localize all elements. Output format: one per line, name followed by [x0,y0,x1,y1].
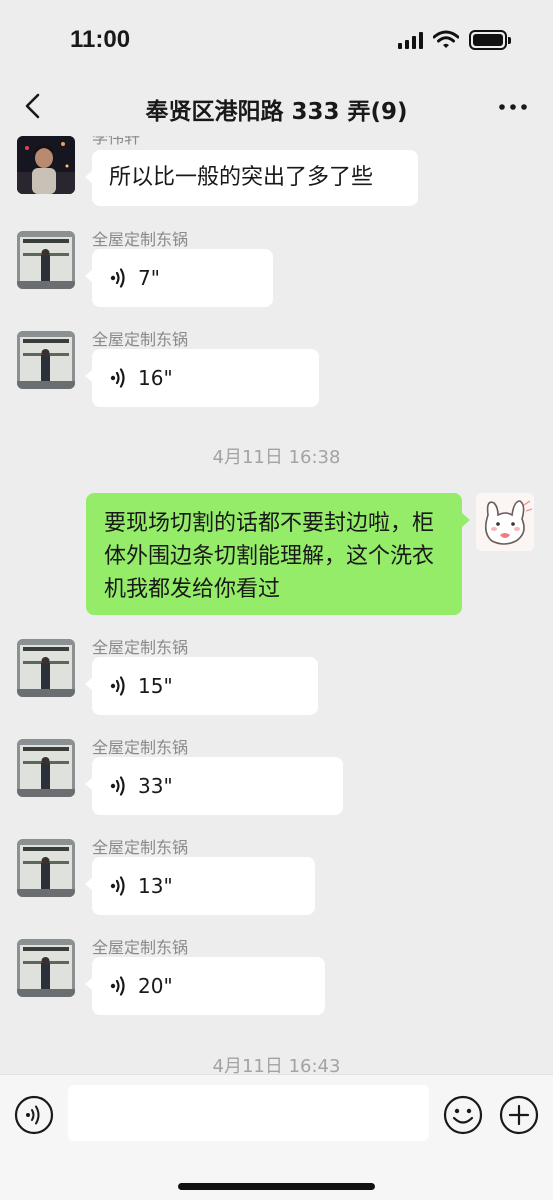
wifi-icon [433,30,459,48]
timestamp: 4月11日 16:43 [212,1056,341,1074]
voice-input-icon[interactable] [14,1095,54,1135]
voice-duration: 15" [138,674,173,698]
avatar[interactable] [17,639,75,697]
sender-name: 全屋定制东锅 [92,330,189,349]
voice-message[interactable]: 33" [85,757,343,815]
voice-wave-icon [110,976,125,996]
avatar[interactable] [17,839,75,897]
sender-name: 全屋定制东锅 [92,638,189,657]
voice-message[interactable]: 16" [85,349,319,407]
avatar[interactable] [17,739,75,797]
voice-message[interactable]: 20" [85,957,325,1015]
sender-name: 全屋定制东锅 [92,838,189,857]
voice-wave-icon [110,876,125,896]
avatar[interactable] [17,136,75,194]
plus-icon[interactable] [499,1095,539,1135]
status-bar: 11:00 [0,0,553,80]
sender-name: 全屋定制东锅 [92,230,189,249]
avatar[interactable] [17,231,75,289]
avatar[interactable] [17,939,75,997]
status-icons [398,30,511,50]
home-indicator[interactable] [178,1183,375,1190]
voice-wave-icon [110,776,125,796]
message-text: 所以比一般的突出了多了些 [109,165,374,190]
emoji-icon[interactable] [443,1095,483,1135]
voice-message[interactable]: 15" [85,657,318,715]
message-text: 要现场切割的话都不要封边啦，柜体外围边条切割能理解，这个洗衣机我都发给你看过 [104,511,435,602]
voice-message[interactable]: 13" [85,857,315,915]
voice-duration: 33" [138,774,173,798]
cellular-signal-icon [398,31,423,49]
voice-wave-icon [110,676,125,696]
outgoing-message-bubble[interactable]: 要现场切割的话都不要封边啦，柜体外围边条切割能理解，这个洗衣机我都发给你看过 [86,493,470,615]
voice-duration: 16" [138,366,173,390]
chat-title: 奉贤区港阳路 333 弄(9) [145,99,408,125]
sender-name: 全屋定制东锅 [92,738,189,757]
sender-name: 全屋定制东锅 [92,938,189,957]
voice-wave-icon [110,368,125,388]
avatar[interactable] [17,331,75,389]
battery-icon [469,30,511,50]
voice-duration: 20" [138,974,173,998]
message-bubble[interactable]: 所以比一般的突出了多了些 [85,150,418,206]
voice-duration: 13" [138,874,173,898]
voice-wave-icon [110,268,125,288]
voice-message[interactable]: 7" [85,249,273,307]
my-avatar[interactable] [476,493,534,551]
sender-name: 李伟轩 [92,136,141,147]
message-input[interactable] [68,1085,429,1141]
voice-duration: 7" [138,266,160,290]
input-bar [0,1074,553,1200]
message-list[interactable]: 李伟轩 所以比一般的突出了多了些 全屋定制东锅 7" 全屋定制东锅 16" 4月… [0,136,553,1074]
status-time: 11:00 [70,26,131,53]
more-options-icon[interactable] [493,86,533,126]
timestamp: 4月11日 16:38 [212,447,341,468]
chat-header: 奉贤区港阳路 333 弄(9) [0,80,553,136]
